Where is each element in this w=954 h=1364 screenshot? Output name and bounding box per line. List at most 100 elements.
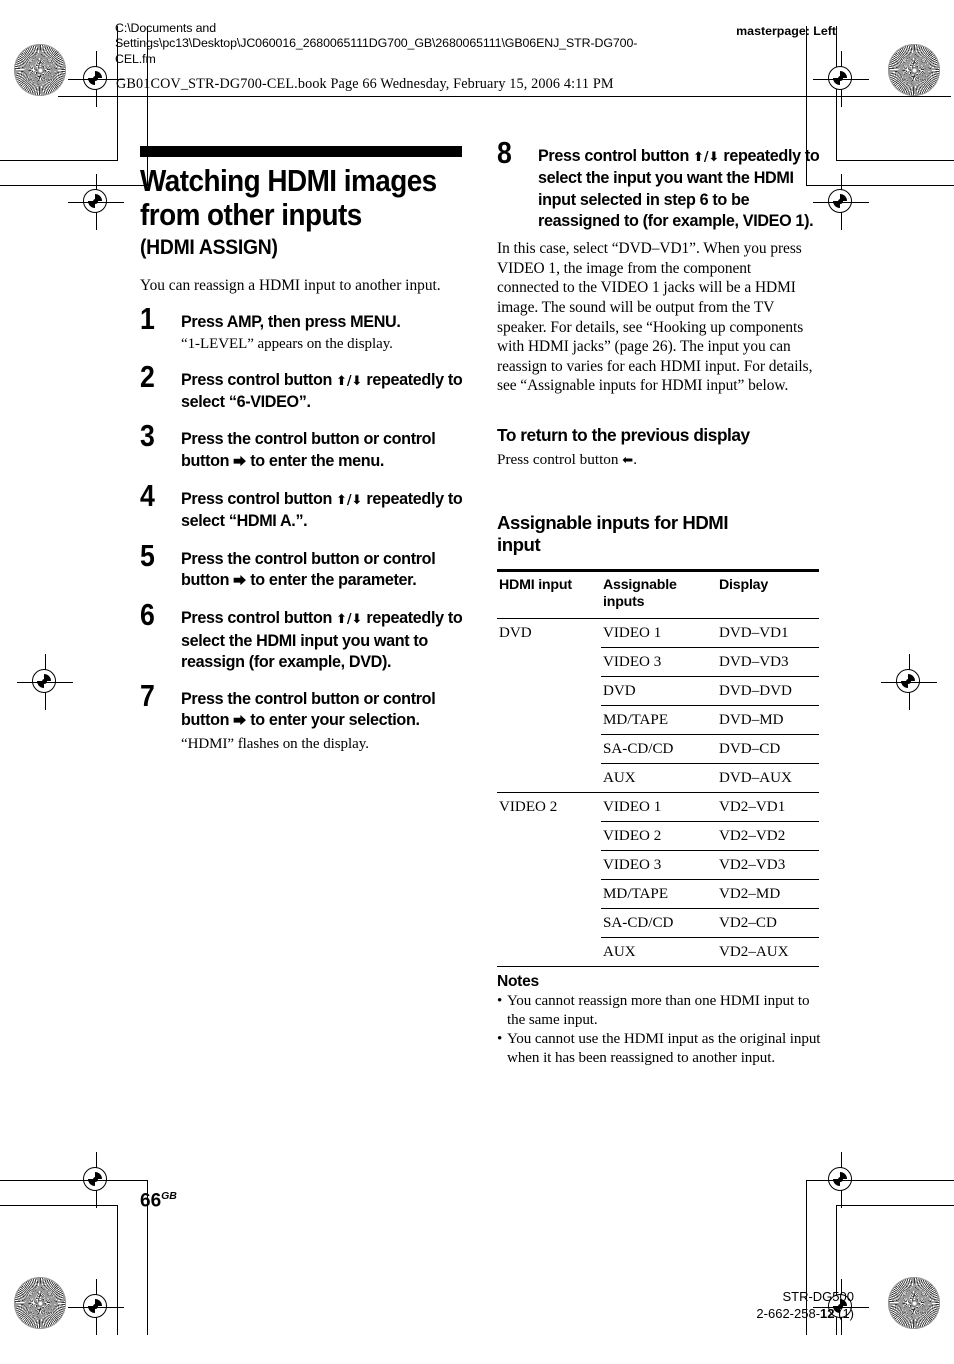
step-3-text-after: to enter the menu.	[246, 451, 384, 470]
step-2-text: Press control button ⬆/⬇ repeatedly to s…	[181, 370, 466, 414]
table-row: DVD VIDEO 1 DVD–VD1	[497, 618, 819, 647]
registration-starburst-top-left	[14, 44, 66, 96]
assignable-inputs-table: HDMI input Assignable inputs Display DVD…	[497, 569, 819, 967]
step-5-text: Press the control button or control butt…	[181, 549, 466, 593]
registration-target-left-mid	[17, 654, 73, 710]
page-title-line-1: Watching HDMI images	[140, 163, 437, 198]
up-down-arrow-icon: ⬆/⬇	[336, 373, 363, 389]
intro-paragraph: You can reassign a HDMI input to another…	[140, 277, 441, 294]
document-number: 2-662-258-12 (1)	[756, 1306, 854, 1323]
step-7-note: “HDMI” flashes on the display.	[181, 735, 369, 752]
assignable-inputs-heading-line-2: input	[497, 534, 541, 556]
table-cell-assignable: SA-CD/CD	[601, 907, 717, 938]
table-cell-display: DVD–DVD	[717, 675, 819, 706]
step-6-text: Press control button ⬆/⬇ repeatedly to s…	[181, 608, 466, 673]
table-cell-assignable: VIDEO 3	[601, 849, 717, 880]
note-item: You cannot use the HDMI input as the ori…	[497, 1030, 827, 1068]
registration-starburst-bottom-left	[14, 1277, 66, 1329]
table-cell-assignable: VIDEO 2	[601, 820, 717, 851]
step-1-note: “1-LEVEL” appears on the display.	[181, 335, 393, 352]
step-8: 8 Press control button ⬆/⬇ repeatedly to…	[497, 137, 827, 232]
assignable-inputs-heading-line-1: Assignable inputs for HDMI	[497, 511, 729, 533]
table-row: AUX VD2–AUX	[497, 936, 819, 967]
table-cell-display: VD2–VD3	[717, 849, 819, 880]
table-header-display: Display	[719, 576, 769, 593]
file-path-line-2: Settings\pc13\Desktop\JC060016_268006511…	[115, 36, 638, 51]
table-cell-display: VD2–MD	[717, 878, 819, 909]
step-7-text: Press the control button or control butt…	[181, 689, 466, 733]
step-5-number: 5	[140, 537, 155, 573]
registration-target-bottom-left	[68, 1152, 124, 1208]
table-cell-display: DVD–VD1	[719, 624, 789, 641]
return-text-after: .	[633, 450, 637, 468]
table-cell-display: DVD–CD	[717, 733, 819, 764]
registration-target-right-mid	[881, 654, 937, 710]
step-6: 6 Press control button ⬆/⬇ repeatedly to …	[140, 599, 470, 673]
table-row: SA-CD/CD DVD–CD	[497, 733, 819, 764]
table-cell-assignable: VIDEO 1	[603, 624, 662, 641]
step-2-text-before: Press control button	[181, 370, 337, 389]
table-cell-display: VD2–VD2	[717, 820, 819, 851]
model-name: STR-DG500	[782, 1289, 854, 1304]
step-4-text-before: Press control button	[181, 490, 337, 509]
page-title: Watching HDMI images from other inputs (…	[140, 164, 470, 262]
step-8-description: In this case, select “DVD–VD1”. When you…	[497, 240, 813, 395]
table-cell-assignable: DVD	[601, 675, 717, 706]
table-cell-display: VD2–VD1	[717, 791, 819, 822]
registration-target-top-right-header	[813, 51, 869, 107]
table-cell-hdmi-input	[497, 821, 601, 850]
table-cell-assignable: AUX	[601, 936, 717, 967]
up-down-arrow-icon: ⬆/⬇	[693, 150, 720, 165]
masterpage-label: masterpage: Left	[736, 24, 836, 38]
up-down-arrow-icon: ⬆/⬇	[336, 612, 363, 628]
doc-number-prefix: 2-662-258-	[756, 1305, 821, 1321]
right-arrow-icon: ⮕	[233, 573, 247, 589]
doc-number-revision: 12	[820, 1305, 835, 1321]
table-cell-display: VD2–AUX	[717, 936, 819, 967]
registration-target-top-right	[813, 174, 869, 230]
steps-list: 1 Press AMP, then press MENU. “1-LEVEL” ap…	[140, 303, 470, 754]
table-cell-display: DVD–AUX	[717, 762, 819, 793]
table-row: SA-CD/CD VD2–CD	[497, 907, 819, 938]
page-title-subtitle: (HDMI ASSIGN)	[140, 235, 278, 259]
table-cell-display: DVD–MD	[717, 704, 819, 735]
step-1-text-main: Press AMP, then press MENU.	[181, 312, 401, 331]
table-row: VIDEO 3 DVD–VD3	[497, 646, 819, 677]
step-2-number: 2	[140, 358, 155, 394]
table-cell-hdmi-input	[497, 937, 601, 967]
table-cell-assignable: VIDEO 1	[601, 791, 717, 822]
page-number-value: 66	[140, 1190, 162, 1212]
registration-target-bottom-right	[813, 1152, 869, 1208]
step-6-text-before: Press control button	[181, 609, 337, 628]
registration-starburst-bottom-right	[888, 1277, 940, 1329]
step-6-number: 6	[140, 597, 155, 633]
table-row: MD/TAPE VD2–MD	[497, 878, 819, 909]
step-1: 1 Press AMP, then press MENU. “1-LEVEL” ap…	[140, 303, 470, 354]
right-arrow-icon: ⮕	[233, 714, 247, 730]
table-cell-display: VD2–CD	[717, 907, 819, 938]
step-4-text: Press control button ⬆/⬇ repeatedly to s…	[181, 489, 466, 533]
table-header-assignable-inputs: Assignable inputs	[603, 576, 677, 610]
registration-target-bottom-left-footer	[68, 1279, 124, 1335]
table-cell-assignable: VIDEO 3	[601, 646, 717, 677]
return-section-heading: To return to the previous display	[497, 424, 750, 445]
page-number-suffix: GB	[161, 1190, 177, 1202]
table-header-row: HDMI input Assignable inputs Display	[497, 570, 819, 619]
table-cell-assignable: AUX	[601, 762, 717, 793]
table-cell-hdmi-input	[497, 705, 601, 734]
assignable-inputs-heading: Assignable inputs for HDMI input	[497, 512, 827, 557]
up-down-arrow-icon: ⬆/⬇	[336, 493, 363, 509]
table-row: VIDEO 2 VD2–VD2	[497, 820, 819, 851]
right-arrow-icon: ⮕	[233, 454, 247, 470]
table-cell-hdmi-input	[497, 908, 601, 937]
table-cell-hdmi-input	[497, 763, 601, 792]
table-cell-hdmi-input	[497, 850, 601, 879]
right-column: 8 Press control button ⬆/⬇ repeatedly to…	[497, 137, 827, 1068]
step-8-number: 8	[497, 135, 512, 170]
table-body: DVD VIDEO 1 DVD–VD1 VIDEO 3 DVD–VD3 DVD DVD–DV…	[497, 618, 819, 967]
table-cell-assignable: SA-CD/CD	[601, 733, 717, 764]
table-head: HDMI input Assignable inputs Display	[497, 570, 819, 619]
table-cell-hdmi-input: VIDEO 2	[497, 791, 601, 822]
table-row: VIDEO 2 VIDEO 1 VD2–VD1	[497, 791, 819, 822]
book-info-line: GB01COV_STR-DG700-CEL.book Page 66 Wedne…	[116, 76, 614, 92]
